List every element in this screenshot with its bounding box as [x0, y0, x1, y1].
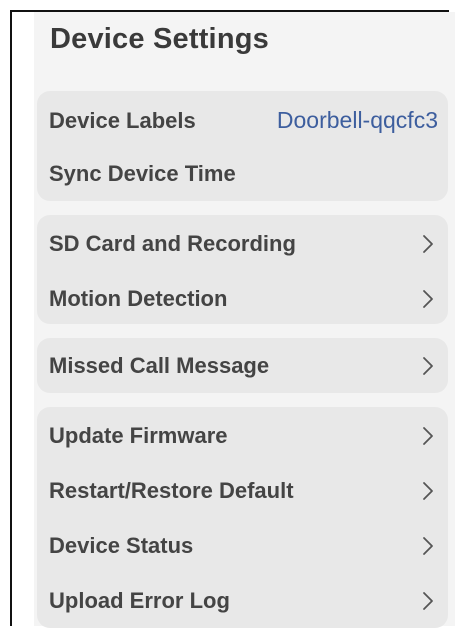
chevron-right-icon [422, 536, 434, 556]
chevron-right-icon [422, 289, 434, 309]
settings-card-device-info: Device Labels Doorbell-qqcfc3 Sync Devic… [37, 91, 448, 201]
settings-card-recording: SD Card and Recording Motion Detection [37, 215, 448, 324]
missed-call-message-row[interactable]: Missed Call Message [37, 346, 448, 386]
chevron-right-icon [422, 591, 434, 611]
device-status-label: Device Status [49, 533, 194, 558]
device-settings-screen: Device Settings Device Labels Doorbell-q… [34, 12, 455, 628]
device-status-row[interactable]: Device Status [37, 526, 448, 566]
update-firmware-label: Update Firmware [49, 423, 228, 448]
upload-error-log-label: Upload Error Log [49, 588, 230, 613]
missed-call-message-label: Missed Call Message [49, 353, 270, 378]
sync-device-time-label: Sync Device Time [49, 161, 236, 186]
settings-card-maintenance: Update Firmware Restart/Restore Default … [37, 407, 448, 628]
motion-detection-row[interactable]: Motion Detection [37, 279, 448, 319]
settings-card-missed-call: Missed Call Message [37, 338, 448, 393]
update-firmware-row[interactable]: Update Firmware [37, 416, 448, 456]
device-labels-row[interactable]: Device Labels Doorbell-qqcfc3 [37, 101, 448, 141]
sync-device-time-row[interactable]: Sync Device Time [37, 154, 448, 194]
device-labels-label: Device Labels [49, 108, 196, 133]
restart-restore-default-row[interactable]: Restart/Restore Default [37, 471, 448, 511]
chevron-right-icon [422, 426, 434, 446]
upload-error-log-row[interactable]: Upload Error Log [37, 581, 448, 621]
sd-card-recording-row[interactable]: SD Card and Recording [37, 224, 448, 264]
chevron-right-icon [422, 356, 434, 376]
chevron-right-icon [422, 481, 434, 501]
sd-card-recording-label: SD Card and Recording [49, 231, 296, 256]
chevron-right-icon [422, 234, 434, 254]
page-title: Device Settings [50, 23, 269, 55]
screenshot-frame: Device Settings Device Labels Doorbell-q… [10, 10, 455, 628]
device-labels-value[interactable]: Doorbell-qqcfc3 [277, 107, 438, 134]
restart-restore-default-label: Restart/Restore Default [49, 478, 294, 503]
motion-detection-label: Motion Detection [49, 286, 228, 311]
